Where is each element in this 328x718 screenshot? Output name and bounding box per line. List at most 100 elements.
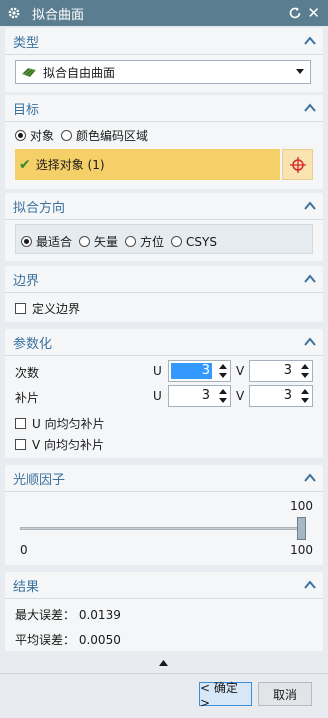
chevron-down-icon xyxy=(296,69,304,74)
type-select[interactable]: 拟合自由曲面 xyxy=(15,60,311,84)
reset-icon[interactable] xyxy=(288,6,302,20)
cancel-button-label: 取消 xyxy=(272,687,297,702)
params-section-header[interactable]: 参数化 xyxy=(5,329,323,356)
smooth-section-header[interactable]: 光顺因子 xyxy=(5,465,323,492)
degree-v-stepper[interactable]: 3 xyxy=(249,360,313,382)
u-uniform-label: U 向均匀补片 xyxy=(32,417,105,431)
radio-color-region-label: 颜色编码区域 xyxy=(76,129,149,143)
patch-u-value: 3 xyxy=(201,388,210,403)
patch-v-label: V xyxy=(236,389,245,403)
expand-more-icon[interactable] xyxy=(159,660,168,666)
spinner-arrows-icon[interactable] xyxy=(219,388,227,404)
section-title: 结果 xyxy=(13,579,40,595)
collapse-caret-icon[interactable] xyxy=(304,337,316,347)
max-error-value: 0.0139 xyxy=(78,608,121,622)
degree-u-value: 3 xyxy=(171,363,212,379)
section-title: 光顺因子 xyxy=(13,472,66,488)
smooth-value-label: 100 xyxy=(290,499,313,513)
footer-divider xyxy=(0,673,328,674)
ok-button[interactable]: < 确定 > xyxy=(199,681,252,710)
cancel-button[interactable]: 取消 xyxy=(258,682,312,706)
max-error-row: 最大误差： 0.0139 xyxy=(15,606,121,623)
slider-track[interactable] xyxy=(20,527,306,530)
section-title: 类型 xyxy=(13,35,40,51)
type-section: 类型 拟合自由曲面 xyxy=(5,28,323,92)
radio-orientation[interactable] xyxy=(125,236,137,247)
radio-best-fit-label: 最适合 xyxy=(36,235,73,249)
patch-label: 补片 xyxy=(15,391,40,405)
title-bar: 拟合曲面 ✕ xyxy=(0,0,328,26)
checkmark-icon: ✔ xyxy=(19,156,31,173)
freeform-surface-icon xyxy=(22,68,36,77)
result-section: 结果 最大误差： 0.0139 平均误差： 0.0050 xyxy=(5,572,323,651)
slider-thumb[interactable] xyxy=(297,517,306,540)
spinner-arrows-icon[interactable] xyxy=(219,363,227,379)
smooth-min-label: 0 xyxy=(20,543,28,557)
crosshair-icon xyxy=(289,156,306,173)
collapse-caret-icon[interactable] xyxy=(304,36,316,46)
patch-u-stepper[interactable]: 3 xyxy=(168,385,231,407)
section-title: 参数化 xyxy=(13,336,53,352)
type-select-value: 拟合自由曲面 xyxy=(43,65,116,80)
degree-v-value: 3 xyxy=(283,363,292,378)
spinner-arrows-icon[interactable] xyxy=(301,363,309,379)
radio-vector[interactable] xyxy=(79,236,91,247)
define-boundary-label: 定义边界 xyxy=(32,302,81,316)
spinner-arrows-icon[interactable] xyxy=(301,388,309,404)
radio-color-region[interactable] xyxy=(61,130,73,141)
section-title: 边界 xyxy=(13,273,40,289)
max-error-label: 最大误差： xyxy=(15,608,76,622)
gear-icon[interactable] xyxy=(7,6,21,20)
select-object-bar[interactable]: ✔ 选择对象 (1) xyxy=(15,149,280,180)
ok-button-label: < 确定 > xyxy=(200,680,238,710)
u-uniform-checkbox[interactable] xyxy=(15,418,26,429)
collapse-caret-icon[interactable] xyxy=(304,274,316,284)
define-boundary-row: 定义边界 xyxy=(15,300,80,317)
target-section: 目标 对象 颜色编码区域 ✔ 选择对象 (1) xyxy=(5,95,323,189)
window-title: 拟合曲面 xyxy=(32,7,85,23)
close-icon[interactable]: ✕ xyxy=(307,4,320,22)
avg-error-value: 0.0050 xyxy=(78,633,121,647)
v-uniform-row: V 向均匀补片 xyxy=(15,436,104,453)
radio-object-label: 对象 xyxy=(30,129,55,143)
target-radio-group: 对象 颜色编码区域 xyxy=(15,127,155,144)
target-section-header[interactable]: 目标 xyxy=(5,95,323,122)
direction-section: 拟合方向 最适合 矢量 方位 CSYS xyxy=(5,193,323,261)
avg-error-row: 平均误差： 0.0050 xyxy=(15,631,121,648)
section-title: 拟合方向 xyxy=(13,200,66,216)
degree-u-label: U xyxy=(153,364,162,378)
boundary-section-header[interactable]: 边界 xyxy=(5,266,323,293)
result-section-header[interactable]: 结果 xyxy=(5,572,323,599)
degree-u-stepper[interactable]: 3 xyxy=(168,360,231,382)
v-uniform-checkbox[interactable] xyxy=(15,439,26,450)
type-section-header[interactable]: 类型 xyxy=(5,28,323,55)
smooth-max-label: 100 xyxy=(290,543,313,557)
radio-orientation-label: 方位 xyxy=(140,235,165,249)
radio-object[interactable] xyxy=(15,130,26,141)
collapse-caret-icon[interactable] xyxy=(304,201,316,211)
direction-section-header[interactable]: 拟合方向 xyxy=(5,193,323,220)
patch-v-value: 3 xyxy=(283,388,292,403)
boundary-section: 边界 定义边界 xyxy=(5,266,323,322)
radio-csys-label: CSYS xyxy=(186,234,217,249)
direction-radio-group: 最适合 矢量 方位 CSYS xyxy=(21,233,224,250)
patch-v-stepper[interactable]: 3 xyxy=(249,385,313,407)
v-uniform-label: V 向均匀补片 xyxy=(32,438,105,452)
select-object-label: 选择对象 (1) xyxy=(35,158,105,172)
patch-u-label: U xyxy=(153,389,162,403)
params-section: 参数化 次数 U 3 V 3 补片 U 3 V 3 U 向均匀补片 V 向均匀补… xyxy=(5,329,323,458)
u-uniform-row: U 向均匀补片 xyxy=(15,415,105,432)
smooth-section: 光顺因子 100 0 100 xyxy=(5,465,323,565)
collapse-caret-icon[interactable] xyxy=(304,580,316,590)
collapse-caret-icon[interactable] xyxy=(304,103,316,113)
radio-csys[interactable] xyxy=(171,236,183,247)
crosshair-button[interactable] xyxy=(282,149,313,180)
radio-vector-label: 矢量 xyxy=(94,235,119,249)
radio-best-fit[interactable] xyxy=(21,236,32,247)
degree-v-label: V xyxy=(236,364,245,378)
collapse-caret-icon[interactable] xyxy=(304,473,316,483)
section-title: 目标 xyxy=(13,102,40,118)
define-boundary-checkbox[interactable] xyxy=(15,303,26,314)
avg-error-label: 平均误差： xyxy=(15,633,76,647)
degree-label: 次数 xyxy=(15,366,40,380)
